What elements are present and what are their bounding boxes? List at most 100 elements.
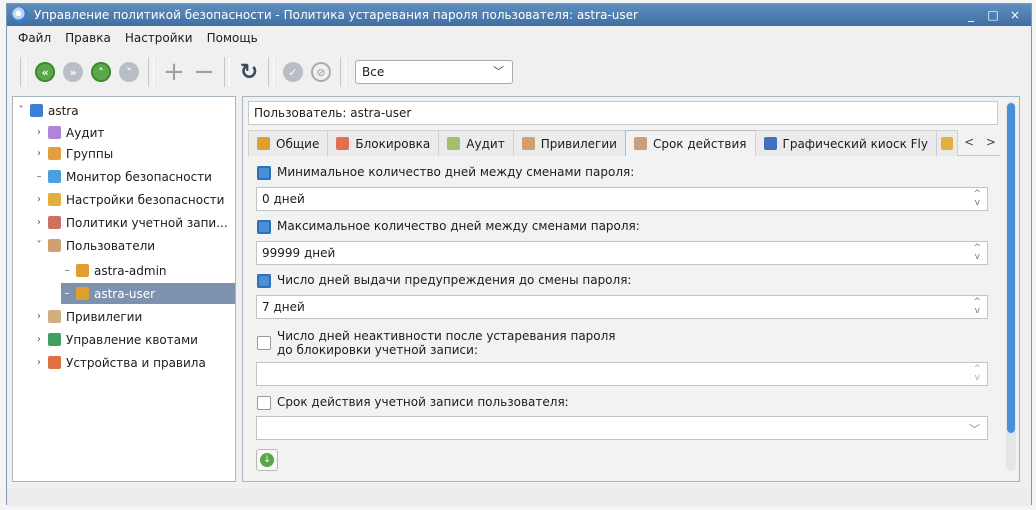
warn-days-spinbox[interactable]: 7 дней ^ v	[256, 295, 988, 319]
status-bar	[7, 488, 1031, 506]
tree-item-label: astra-user	[94, 286, 156, 301]
user-icon	[76, 264, 89, 277]
tree-item-astra[interactable]: ˅ astra	[15, 100, 235, 121]
tree-line: –	[64, 288, 70, 299]
tree-line: –	[64, 265, 70, 276]
forward-icon[interactable]: »	[63, 62, 83, 82]
tree-item-privileges[interactable]: › Привилегии	[33, 306, 235, 327]
toolbar-separator	[20, 57, 26, 87]
minimize-button[interactable]: _	[961, 6, 981, 24]
settings-icon	[48, 193, 61, 206]
chevron-down-icon[interactable]: ﹀	[969, 421, 980, 437]
tree-item-security-monitor[interactable]: – Монитор безопасности	[33, 166, 235, 187]
up-icon[interactable]: ˄	[91, 62, 111, 82]
down-icon[interactable]: ˅	[119, 62, 139, 82]
account-expiry-checkbox[interactable]	[257, 396, 271, 410]
tab-general[interactable]: Общие	[248, 130, 329, 156]
tree-item-security-settings[interactable]: › Настройки безопасности	[33, 189, 235, 210]
account-expiry-label: Срок действия учетной записи пользовател…	[277, 395, 569, 409]
details-panel: Пользователь: astra-user Общие Блокировк…	[242, 96, 1020, 482]
warn-days-checkbox[interactable]	[257, 274, 271, 288]
users-icon	[48, 239, 61, 252]
tree-item-users[interactable]: ˅ Пользователи	[33, 235, 235, 256]
collapse-icon[interactable]: ˅	[33, 240, 45, 251]
min-days-checkbox[interactable]	[257, 166, 271, 180]
spin-down-icon[interactable]: v	[975, 373, 980, 383]
tab-privileges[interactable]: Привилегии	[512, 130, 626, 156]
tree-item-astra-admin[interactable]: – astra-admin	[61, 260, 235, 281]
spin-down-icon[interactable]: v	[975, 252, 980, 262]
close-button[interactable]: ×	[1005, 6, 1025, 24]
tree-item-groups[interactable]: › Группы	[33, 143, 235, 164]
inactive-days-checkbox[interactable]	[257, 336, 271, 350]
toolbar-separator	[224, 57, 230, 87]
tree-item-label: Настройки безопасности	[66, 192, 225, 207]
tree-item-quotas[interactable]: › Управление квотами	[33, 329, 235, 350]
computer-icon	[30, 104, 43, 117]
expand-icon[interactable]: ›	[33, 217, 45, 228]
tab-label: Аудит	[466, 136, 505, 151]
max-days-spinbox[interactable]: 99999 дней ^ v	[256, 241, 988, 265]
main-window: Управление политикой безопасности - Поли…	[6, 3, 1032, 506]
spin-arrows-icon[interactable]: ^ v	[973, 298, 981, 316]
expand-icon[interactable]: ›	[33, 357, 45, 368]
tab-scroll-arrows[interactable]: < >	[964, 135, 1000, 149]
tab-audit[interactable]: Аудит	[438, 130, 514, 156]
tab-lock[interactable]: Блокировка	[327, 130, 440, 156]
cancel-icon[interactable]: ⊘	[311, 62, 331, 82]
tab-expiration[interactable]: Срок действия	[624, 130, 756, 156]
max-days-checkbox[interactable]	[257, 220, 271, 234]
user-icon	[76, 287, 89, 300]
tree-item-audit[interactable]: › Аудит	[33, 122, 235, 143]
inactive-days-spinbox[interactable]: ^ v	[256, 362, 988, 386]
back-icon[interactable]: «	[35, 62, 55, 82]
window-controls: _ □ ×	[961, 6, 1025, 24]
menu-file[interactable]: Файл	[11, 31, 58, 45]
remove-icon[interactable]: −	[193, 57, 215, 87]
menu-edit[interactable]: Правка	[58, 31, 118, 45]
max-days-value: 99999 дней	[262, 246, 336, 260]
tab-label: Срок действия	[652, 136, 747, 151]
inactive-days-label: Число дней неактивности после устаревани…	[277, 329, 616, 357]
spin-arrows-icon[interactable]: ^ v	[973, 244, 981, 262]
tree-item-devices[interactable]: › Устройства и правила	[33, 352, 235, 373]
download-button[interactable]: ↓	[256, 449, 278, 471]
tree-item-account-policies[interactable]: › Политики учетной запи...	[33, 212, 235, 233]
min-days-value: 0 дней	[262, 192, 305, 206]
toolbar-separator	[268, 57, 274, 87]
account-expiry-date-picker[interactable]: ﹀	[256, 416, 988, 440]
scrollbar-thumb[interactable]	[1007, 103, 1015, 433]
min-days-label: Минимальное количество дней между сменам…	[277, 165, 635, 179]
spin-arrows-icon[interactable]: ^ v	[973, 190, 981, 208]
add-icon[interactable]: +	[163, 57, 185, 87]
maximize-button[interactable]: □	[983, 6, 1003, 24]
vertical-scrollbar[interactable]	[1006, 101, 1016, 471]
privileges-icon	[48, 310, 61, 323]
expand-icon[interactable]: ›	[33, 148, 45, 159]
tab-label: Графический киоск Fly	[782, 136, 928, 151]
spin-down-icon[interactable]: v	[975, 198, 980, 208]
menu-settings[interactable]: Настройки	[118, 31, 200, 45]
user-icon	[257, 137, 270, 150]
spin-down-icon[interactable]: v	[975, 306, 980, 316]
filter-select[interactable]: Все ﹀	[355, 60, 513, 84]
tab-overflow[interactable]	[935, 130, 958, 156]
expand-icon[interactable]: ›	[33, 194, 45, 205]
tree-item-label: astra-admin	[94, 263, 167, 278]
audit-icon	[447, 137, 461, 150]
download-icon: ↓	[260, 453, 274, 467]
tree-item-astra-user[interactable]: – astra-user	[61, 283, 235, 304]
spin-arrows-icon[interactable]: ^ v	[973, 365, 981, 383]
tab-overflow-icon	[940, 137, 953, 150]
expand-icon[interactable]: ›	[33, 311, 45, 322]
privileges-icon	[521, 137, 535, 150]
navigation-tree[interactable]: ˅ astra › Аудит › Группы – Монитор безоп…	[12, 96, 236, 482]
collapse-icon[interactable]: ˅	[15, 105, 27, 116]
refresh-icon[interactable]: ↻	[239, 60, 259, 85]
min-days-spinbox[interactable]: 0 дней ^ v	[256, 187, 988, 211]
menu-help[interactable]: Помощь	[200, 31, 265, 45]
expand-icon[interactable]: ›	[33, 127, 45, 138]
apply-icon[interactable]: ✓	[283, 62, 303, 82]
tab-fly-kiosk[interactable]: Графический киоск Fly	[754, 130, 937, 156]
expand-icon[interactable]: ›	[33, 334, 45, 345]
